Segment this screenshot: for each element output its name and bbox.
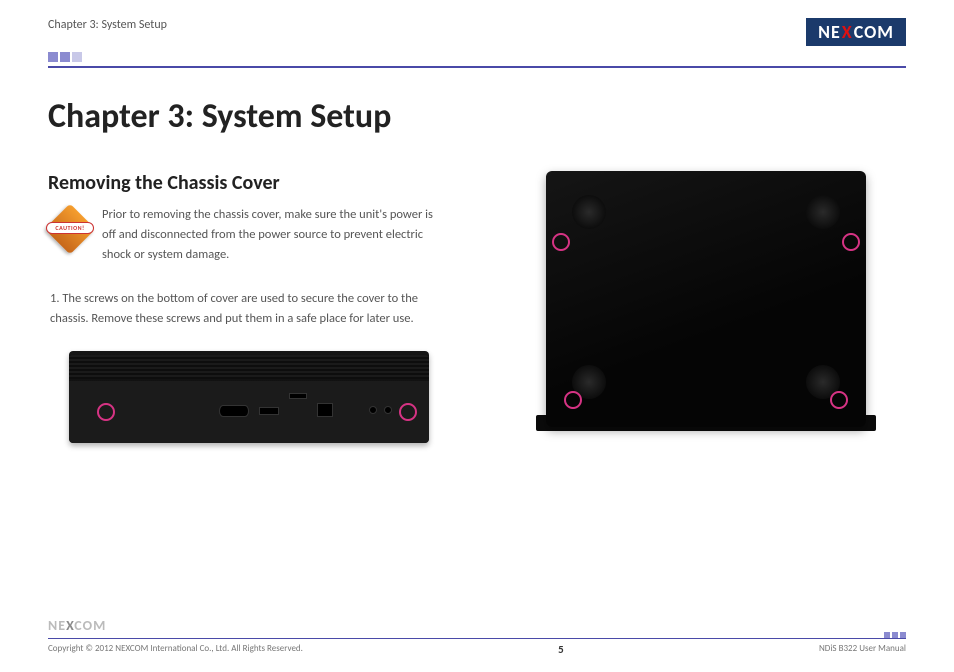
footer-row: Copyright © 2012 NEXCOM International Co… bbox=[48, 643, 906, 656]
step-1-text: 1. The screws on the bottom of cover are… bbox=[48, 289, 449, 329]
caution-text: Prior to removing the chassis cover, mak… bbox=[102, 205, 449, 265]
caution-block: CAUTION! Prior to removing the chassis c… bbox=[48, 205, 449, 265]
copyright-text: Copyright © 2012 NEXCOM International Co… bbox=[48, 643, 303, 656]
screw-marker-icon bbox=[564, 391, 582, 409]
page-number: 5 bbox=[558, 643, 564, 656]
screw-marker-icon bbox=[552, 233, 570, 251]
screw-marker-icon bbox=[97, 403, 115, 421]
chapter-title: Chapter 3: System Setup bbox=[0, 68, 954, 171]
manual-reference: NDiS B322 User Manual bbox=[819, 643, 906, 656]
caution-badge-label: CAUTION! bbox=[46, 222, 94, 234]
logo-post: COM bbox=[74, 617, 106, 634]
screw-marker-icon bbox=[399, 403, 417, 421]
square-icon bbox=[48, 52, 58, 62]
page-footer: NEXCOM Copyright © 2012 NEXCOM Internati… bbox=[48, 617, 906, 657]
decorative-squares bbox=[0, 46, 954, 62]
device-bottom-image bbox=[546, 171, 866, 427]
footer-logo: NEXCOM bbox=[48, 617, 906, 634]
screw-marker-icon bbox=[830, 391, 848, 409]
logo-pre: NE bbox=[48, 617, 66, 634]
square-icon bbox=[60, 52, 70, 62]
right-column bbox=[505, 171, 906, 443]
divider-bottom bbox=[48, 638, 906, 640]
breadcrumb: Chapter 3: System Setup bbox=[48, 18, 167, 32]
brand-logo: NEXCOM bbox=[806, 18, 906, 46]
section-title: Removing the Chassis Cover bbox=[48, 171, 449, 195]
screw-marker-icon bbox=[842, 233, 860, 251]
caution-icon: CAUTION! bbox=[48, 207, 92, 251]
content-area: Removing the Chassis Cover CAUTION! Prio… bbox=[0, 171, 954, 443]
page-header: Chapter 3: System Setup NEXCOM bbox=[0, 0, 954, 46]
logo-pre: NE bbox=[818, 21, 841, 43]
logo-post: COM bbox=[854, 21, 894, 43]
device-front-image bbox=[69, 351, 429, 443]
logo-x: X bbox=[842, 21, 853, 43]
left-column: Removing the Chassis Cover CAUTION! Prio… bbox=[48, 171, 449, 443]
square-icon bbox=[72, 52, 82, 62]
